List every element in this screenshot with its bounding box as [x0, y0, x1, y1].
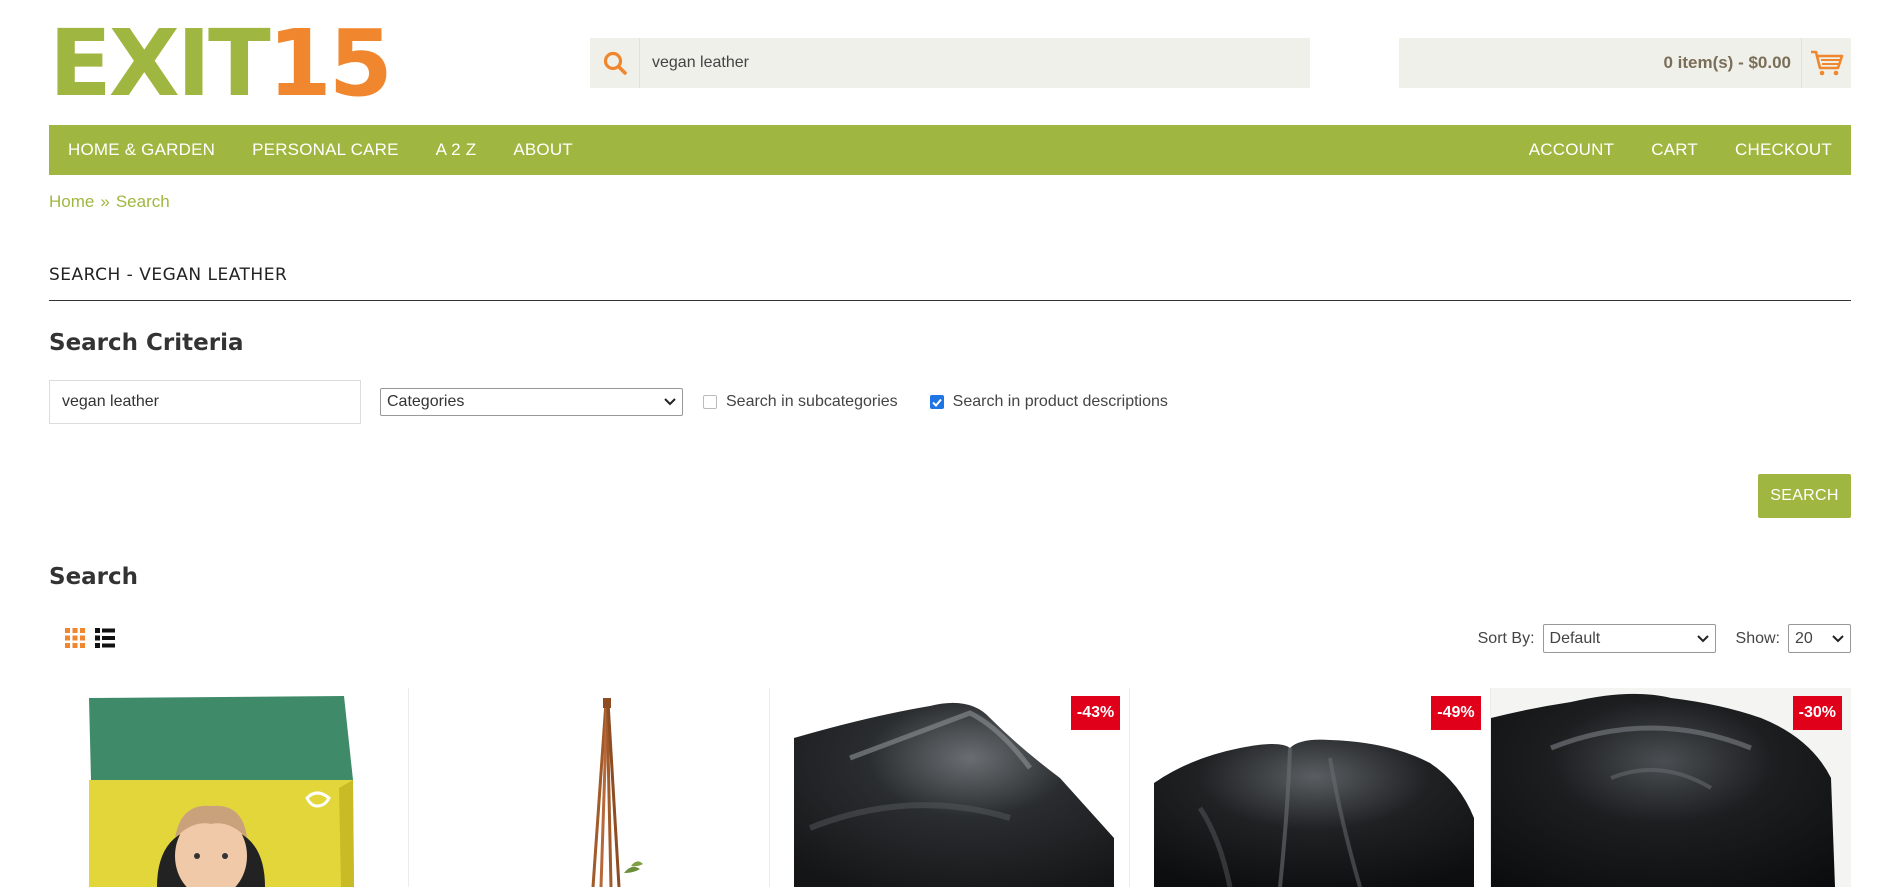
category-select-value: Categories: [387, 393, 465, 410]
sort-controls: Sort By: Default Show: 20: [1478, 624, 1851, 653]
category-select[interactable]: Categories: [380, 388, 683, 416]
product-image[interactable]: [49, 688, 408, 887]
search-button[interactable]: SEARCH: [1758, 474, 1851, 518]
logo-text-15: 15: [267, 10, 393, 117]
cart-summary-text: 0 item(s) - $0.00: [1663, 53, 1791, 72]
main-nav: HOME & GARDEN PERSONAL CARE A 2 Z ABOUT …: [49, 125, 1851, 175]
breadcrumb: Home » Search: [49, 192, 170, 212]
product-card[interactable]: -49%: [1130, 688, 1491, 887]
chevron-down-icon: [1696, 634, 1709, 642]
header-search-input[interactable]: [640, 38, 1300, 88]
subcategories-option[interactable]: Search in subcategories: [703, 393, 898, 411]
header-search: [590, 38, 1310, 88]
descriptions-label: Search in product descriptions: [952, 393, 1168, 410]
checkmark-icon: [931, 398, 942, 407]
discount-badge: -49%: [1431, 696, 1481, 730]
sort-select-value: Default: [1549, 629, 1601, 647]
view-toggle: [64, 627, 116, 649]
header-search-button[interactable]: [590, 38, 640, 88]
subcategories-label: Search in subcategories: [726, 393, 898, 410]
page-title: SEARCH - VEGAN LEATHER: [49, 265, 1851, 301]
nav-personal-care[interactable]: PERSONAL CARE: [252, 140, 399, 160]
results-heading: Search: [49, 564, 139, 590]
cart-button[interactable]: [1801, 38, 1851, 88]
nav-about[interactable]: ABOUT: [513, 140, 573, 160]
site-logo[interactable]: EXIT 15: [49, 10, 393, 117]
nav-account[interactable]: ACCOUNT: [1529, 140, 1614, 160]
product-image[interactable]: [409, 688, 768, 887]
product-grid: -43% -49% -30%: [49, 688, 1852, 887]
nav-home-garden[interactable]: HOME & GARDEN: [68, 140, 215, 160]
breadcrumb-home[interactable]: Home: [49, 192, 94, 212]
show-select[interactable]: 20: [1788, 624, 1851, 653]
nav-a2z[interactable]: A 2 Z: [436, 140, 477, 160]
product-card[interactable]: -30%: [1490, 688, 1852, 887]
search-criteria-heading: Search Criteria: [49, 330, 244, 356]
breadcrumb-current[interactable]: Search: [116, 192, 170, 212]
keyword-input[interactable]: [49, 380, 361, 424]
nav-cart[interactable]: CART: [1651, 140, 1698, 160]
list-view-icon[interactable]: [94, 627, 116, 649]
nav-left: HOME & GARDEN PERSONAL CARE A 2 Z ABOUT: [68, 140, 573, 160]
show-label: Show:: [1735, 629, 1780, 647]
discount-badge: -43%: [1070, 696, 1121, 730]
show-select-value: 20: [1795, 629, 1813, 647]
cart-icon: [1810, 50, 1843, 76]
discount-badge: -30%: [1792, 696, 1843, 730]
header-cart[interactable]: 0 item(s) - $0.00: [1399, 38, 1851, 88]
product-card[interactable]: [409, 688, 770, 887]
breadcrumb-separator: »: [100, 192, 110, 211]
search-criteria-row: Categories Search in subcategories Searc…: [49, 380, 1168, 424]
product-card[interactable]: -43%: [770, 688, 1131, 887]
product-card[interactable]: [49, 688, 410, 887]
sort-select[interactable]: Default: [1542, 624, 1716, 653]
nav-checkout[interactable]: CHECKOUT: [1735, 140, 1832, 160]
sort-label: Sort By:: [1477, 629, 1535, 647]
nav-right: ACCOUNT CART CHECKOUT: [1529, 140, 1832, 160]
logo-text-exit: EXIT: [49, 10, 271, 117]
descriptions-checkbox[interactable]: [929, 395, 944, 409]
search-icon: [603, 51, 627, 75]
subcategories-checkbox[interactable]: [703, 395, 717, 409]
descriptions-option[interactable]: Search in product descriptions: [929, 393, 1168, 411]
chevron-down-icon: [664, 398, 676, 406]
chevron-down-icon: [1832, 634, 1844, 642]
grid-view-icon[interactable]: [64, 627, 86, 649]
